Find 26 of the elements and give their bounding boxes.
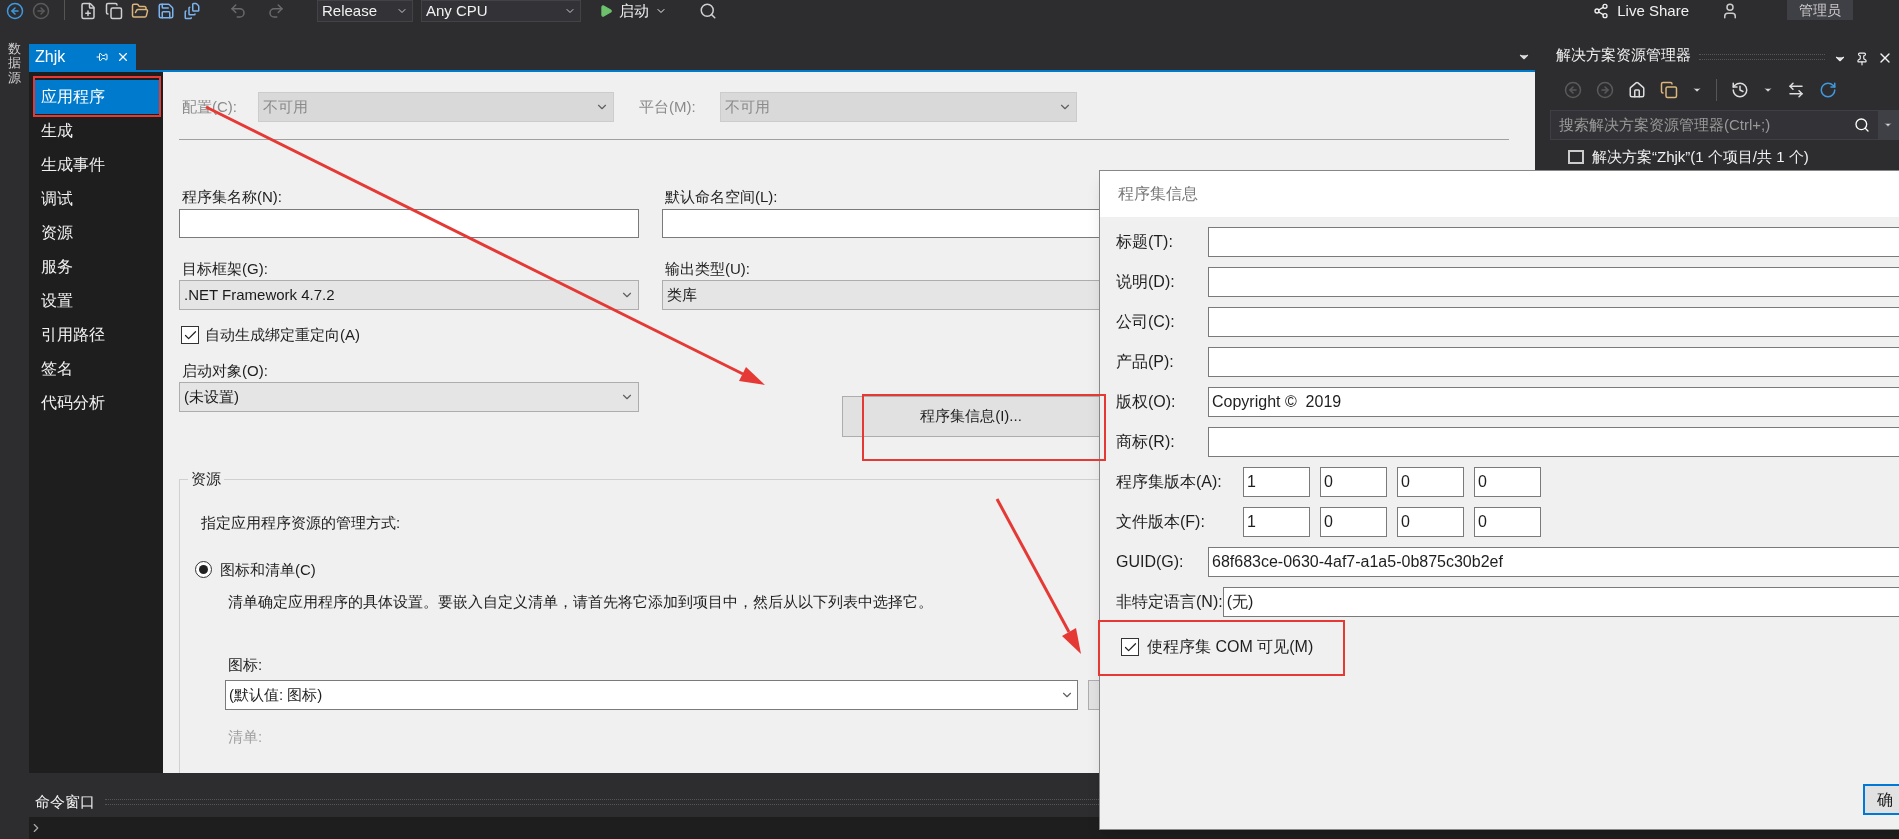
manifest-description: 清单确定应用程序的具体设置。要嵌入自定义清单，请首先将它添加到项目中，然后从以下列表中选择它。	[228, 592, 933, 612]
manifest-label: 清单:	[228, 727, 263, 747]
icon-label: 图标:	[228, 654, 263, 675]
field-label: GUID(G):	[1115, 552, 1185, 572]
default-namespace-label: 默认命名空间(L):	[664, 187, 778, 206]
field-label: 文件版本(F):	[1115, 512, 1206, 532]
command-window-title: 命令窗口	[34, 791, 95, 812]
platform-label: 平台(M):	[639, 96, 697, 117]
output-type-label: 输出类型(U):	[664, 259, 750, 278]
binding-redirect-label: 自动生成绑定重定向(A)	[205, 324, 360, 345]
field-label: 产品(P):	[1115, 352, 1175, 372]
field-label: 商标(R):	[1115, 432, 1176, 452]
target-framework-label: 目标框架(G):	[181, 259, 269, 278]
field-label: 标题(T):	[1115, 232, 1174, 252]
com-visible-label: 使程序集 COM 可见(M)	[1147, 637, 1314, 657]
field-label: 程序集版本(A):	[1115, 472, 1223, 492]
field-label: 公司(C):	[1115, 312, 1176, 332]
dialog-title: 程序集信息	[1118, 184, 1198, 204]
startup-object-label: 启动对象(O):	[181, 361, 269, 380]
resources-hint: 指定应用程序资源的管理方式:	[201, 513, 401, 533]
configuration-label: 配置(C):	[181, 96, 238, 117]
panel-title: 解决方案资源管理器	[1556, 44, 1691, 65]
radio-label: 图标和清单(C)	[220, 559, 316, 580]
assembly-name-label: 程序集名称(N):	[181, 187, 283, 206]
field-label: 非特定语言(N):	[1115, 592, 1223, 612]
field-label: 版权(O):	[1115, 392, 1177, 412]
